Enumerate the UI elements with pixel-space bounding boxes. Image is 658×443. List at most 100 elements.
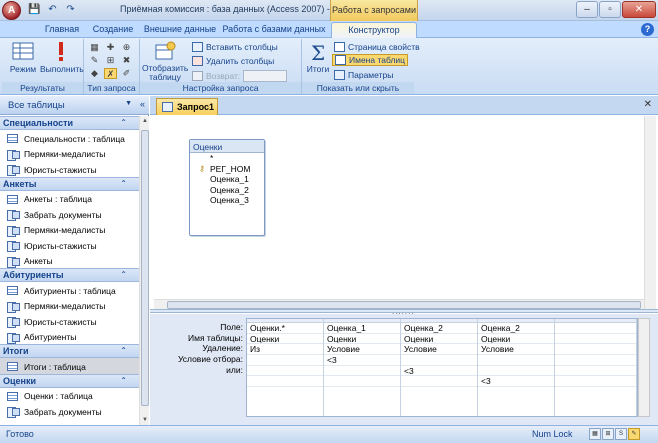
collapse-chevron-icon[interactable]: ⌃: [120, 270, 127, 279]
grid-cell[interactable]: [401, 355, 477, 366]
grid-cell[interactable]: [478, 366, 554, 377]
select-query-icon[interactable]: ▦: [88, 42, 101, 53]
nav-item[interactable]: Анкеты : таблица: [0, 191, 139, 207]
property-sheet-button[interactable]: Страница свойств: [334, 42, 420, 52]
field-list-title[interactable]: Оценки: [190, 140, 264, 153]
field-list-box[interactable]: Оценки * ⚷ РЕГ_НОМ Оценка_1 Оценка_2 Оценка_3: [189, 139, 265, 236]
nav-header[interactable]: Все таблицы ▼ «: [0, 96, 149, 115]
nav-item[interactable]: Пермяки-медалисты: [0, 222, 139, 238]
grid-cell[interactable]: [247, 376, 323, 388]
return-combo[interactable]: [243, 70, 288, 82]
sql-view-icon[interactable]: S: [615, 428, 627, 440]
nav-item[interactable]: Итоги : таблица: [0, 358, 139, 374]
nav-item[interactable]: Оценки : таблица: [0, 388, 139, 404]
field-list-item[interactable]: *: [190, 153, 264, 164]
collapse-chevron-icon[interactable]: ⌃: [120, 179, 127, 188]
nav-item[interactable]: Пермяки-медалисты: [0, 298, 139, 314]
nav-item[interactable]: Юристы-стажисты: [0, 313, 139, 329]
nav-group-header[interactable]: Оценки ⌃: [0, 373, 139, 388]
grid-cell[interactable]: [247, 355, 323, 366]
show-table-button[interactable]: Отобразить таблицу: [142, 41, 188, 82]
pane-splitter[interactable]: .......: [150, 307, 658, 316]
collapse-pane-icon[interactable]: «: [140, 99, 145, 109]
grid-cell[interactable]: <3: [401, 366, 477, 377]
grid-cell[interactable]: [401, 376, 477, 388]
nav-item[interactable]: Юристы-стажисты: [0, 237, 139, 253]
grid-cell[interactable]: Условие: [478, 344, 554, 356]
nav-item[interactable]: Забрать документы: [0, 403, 139, 419]
grid-cell[interactable]: <3: [324, 355, 400, 366]
query-tab[interactable]: Запрос1: [156, 98, 218, 115]
field-list-item[interactable]: ⚷ РЕГ_НОМ: [190, 164, 264, 175]
nav-item[interactable]: Специальности : таблица: [0, 130, 139, 146]
field-list-item[interactable]: Оценка_1: [190, 174, 264, 185]
data-definition-icon[interactable]: ✐: [120, 68, 133, 79]
collapse-chevron-icon[interactable]: ⌃: [120, 346, 127, 355]
undo-icon[interactable]: ↶: [45, 3, 60, 17]
dropdown-arrow-icon[interactable]: ▼: [125, 100, 132, 107]
delete-query-icon[interactable]: ✖: [120, 55, 133, 66]
grid-cell[interactable]: Оценка_1: [324, 323, 400, 334]
return-field[interactable]: Возврат:: [192, 70, 288, 82]
totals-button[interactable]: Σ Итоги: [304, 41, 332, 74]
table-pane[interactable]: Оценки * ⚷ РЕГ_НОМ Оценка_1 Оценка_2 Оценка_3: [154, 116, 644, 301]
nav-item[interactable]: Анкеты: [0, 253, 139, 269]
field-list-item[interactable]: Оценка_3: [190, 195, 264, 206]
nav-scroll-thumb[interactable]: [141, 130, 149, 406]
grid-cell[interactable]: Оценки: [324, 334, 400, 345]
grid-cell[interactable]: [324, 366, 400, 377]
pivot-view-icon[interactable]: ⊞: [602, 428, 614, 440]
nav-item[interactable]: Юристы-стажисты: [0, 161, 139, 177]
datasheet-view-icon[interactable]: ▦: [589, 428, 601, 440]
maximize-button[interactable]: ▫: [599, 1, 621, 18]
nav-item[interactable]: Абитуриенты: [0, 329, 139, 345]
tab-home[interactable]: Главная: [40, 22, 84, 38]
crosstab-query-icon[interactable]: ⊞: [104, 55, 117, 66]
grid-cell[interactable]: Оценка_2: [478, 323, 554, 334]
grid-cell[interactable]: [555, 376, 636, 388]
table-pane-vscrollbar[interactable]: [644, 116, 656, 309]
tab-create[interactable]: Создание: [90, 22, 136, 38]
nav-group-header[interactable]: Абитуриенты ⌃: [0, 268, 139, 282]
union-query-icon[interactable]: ◆: [88, 68, 101, 79]
help-icon[interactable]: ?: [641, 23, 654, 36]
scroll-down-icon[interactable]: ▼: [142, 417, 148, 423]
close-document-icon[interactable]: ✕: [644, 99, 652, 110]
nav-group-header[interactable]: Анкеты ⌃: [0, 176, 139, 191]
office-button[interactable]: A: [2, 1, 21, 20]
nav-scrollbar[interactable]: ▲ ▼: [139, 116, 149, 425]
scroll-up-icon[interactable]: ▲: [142, 118, 148, 124]
tab-external-data[interactable]: Внешние данные: [142, 22, 218, 38]
grid-cell[interactable]: [555, 355, 636, 366]
field-list-item[interactable]: Оценка_2: [190, 185, 264, 196]
minimize-button[interactable]: –: [576, 1, 598, 18]
grid-cell[interactable]: [555, 334, 636, 345]
grid-cell[interactable]: Оценка_2: [401, 323, 477, 334]
update-query-icon[interactable]: ✎: [88, 55, 101, 66]
make-table-icon[interactable]: ✚: [104, 42, 117, 53]
close-button[interactable]: ✕: [622, 1, 656, 18]
grid-scrollbar[interactable]: [638, 318, 650, 417]
grid-cell[interactable]: [555, 344, 636, 356]
grid-cell[interactable]: Оценки: [247, 334, 323, 345]
save-icon[interactable]: 💾: [27, 3, 42, 17]
grid-cell[interactable]: Условие: [401, 344, 477, 356]
passthrough-query-icon[interactable]: ✗: [104, 68, 117, 79]
nav-item[interactable]: Пермяки-медалисты: [0, 146, 139, 162]
tab-design[interactable]: Конструктор: [331, 22, 417, 38]
collapse-chevron-icon[interactable]: ⌃: [120, 376, 127, 385]
insert-columns-button[interactable]: Вставить столбцы: [192, 42, 278, 52]
grid-cell[interactable]: <3: [478, 376, 554, 388]
redo-icon[interactable]: ↷: [63, 3, 78, 17]
collapse-chevron-icon[interactable]: ⌃: [120, 118, 127, 127]
delete-columns-button[interactable]: Удалить столбцы: [192, 56, 274, 66]
nav-group-header[interactable]: Итоги ⌃: [0, 344, 139, 358]
grid-cell[interactable]: [247, 366, 323, 377]
grid-cell[interactable]: Оценки.*: [247, 323, 323, 334]
run-button[interactable]: Выполнить: [40, 41, 84, 74]
grid-cell[interactable]: [555, 323, 636, 334]
grid-cell[interactable]: [478, 355, 554, 366]
tab-database-tools[interactable]: Работа с базами данных: [222, 22, 326, 38]
append-query-icon[interactable]: ⊕: [120, 42, 133, 53]
grid-cell[interactable]: Из: [247, 344, 323, 356]
